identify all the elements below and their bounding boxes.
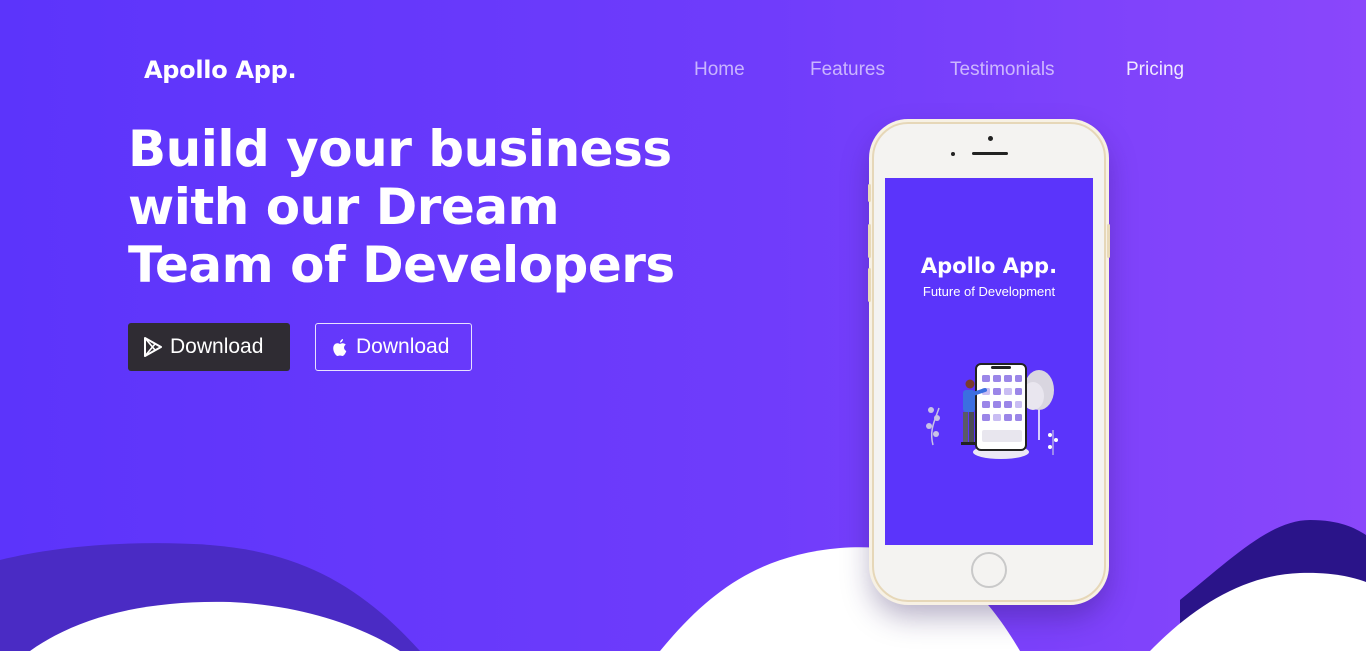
google-play-download-label: Download — [170, 335, 264, 358]
nav-item-home[interactable]: Home — [694, 59, 745, 81]
nav-item-pricing[interactable]: Pricing — [1126, 59, 1184, 81]
developer-with-phone-illustration — [926, 363, 1058, 459]
nav-item-features[interactable]: Features — [810, 59, 885, 81]
phone-side-button — [1107, 224, 1110, 258]
google-play-icon — [144, 337, 162, 357]
app-store-download-label: Download — [356, 335, 450, 358]
headline-line-1: Build your business — [128, 120, 672, 178]
apple-icon — [333, 338, 347, 356]
top-nav: Home Features Testimonials Pricing — [0, 59, 1366, 85]
app-store-download-button[interactable]: Download — [315, 323, 472, 371]
phone-speaker — [972, 152, 1008, 155]
phone-home-button — [971, 552, 1007, 588]
phone-sensor — [951, 152, 955, 156]
phone-mockup: Apollo App. Future of Development — [868, 122, 1110, 602]
phone-side-button — [868, 184, 871, 202]
phone-screen-title: Apollo App. — [920, 254, 1058, 278]
phone-side-button — [868, 224, 871, 258]
google-play-download-button[interactable]: Download — [128, 323, 290, 371]
phone-side-button — [868, 268, 871, 302]
headline-line-2: with our Dream — [128, 178, 560, 236]
nav-item-testimonials[interactable]: Testimonials — [950, 59, 1055, 81]
headline-line-3: Team of Developers — [128, 236, 675, 294]
phone-screen: Apollo App. Future of Development — [885, 178, 1093, 545]
phone-screen-subtitle: Future of Development — [922, 284, 1056, 299]
hero-headline: Build your business with our Dream Team … — [128, 120, 688, 294]
phone-camera — [988, 136, 993, 141]
